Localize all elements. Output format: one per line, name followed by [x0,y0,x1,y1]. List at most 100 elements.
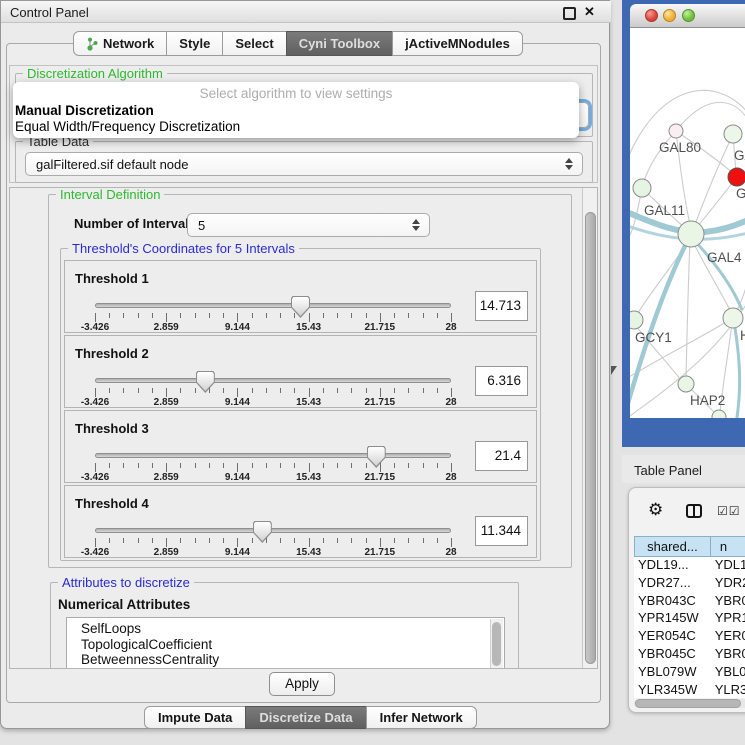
threshold-value-field[interactable]: 11.344 [475,516,528,546]
attribute-list-item[interactable]: SelfLoops [67,621,504,637]
threshold-row: Threshold 2 -3.4262.8599.14415.4321.7152… [64,335,537,408]
control-panel-titlebar[interactable]: Control Panel ✕ [1,1,611,23]
algorithm-option-manual[interactable]: Manual Discretization [15,103,154,118]
attribute-list-item[interactable]: TopologicalCoefficient [67,637,504,653]
table-row[interactable]: YER054CYER0 [634,628,745,646]
network-node-label: GA [734,148,745,163]
settings-scrollbar-thumb[interactable] [585,212,596,664]
network-node[interactable] [728,168,745,186]
mouse-cursor [611,366,617,375]
cell-shared-name: YDR27... [634,575,711,593]
apply-button[interactable]: Apply [269,672,335,696]
attribute-list-item[interactable]: BetweennessCentrality [67,652,504,668]
table-panel-title: Table Panel [634,463,702,478]
network-node[interactable] [633,179,651,197]
numerical-attributes-list[interactable]: SelfLoopsTopologicalCoefficientBetweenne… [66,617,505,669]
threshold-value-field[interactable]: 14.713 [475,291,528,321]
table-row[interactable]: YBL079WYBL0 [634,664,745,682]
tab-network[interactable]: Network [73,31,167,56]
table-rows: YDL19...YDL1YDR27...YDR2YBR043CYBR0YPR14… [634,557,745,698]
table-hscrollbar-thumb[interactable] [635,699,741,708]
thresholds-group-title: Threshold's Coordinates for 5 Intervals [68,241,299,256]
column-header-name[interactable]: n [710,536,745,557]
cell-shared-name: YPR145W [634,610,711,628]
algorithm-option-equal-width[interactable]: Equal Width/Frequency Discretization [15,119,240,134]
attributes-group-title: Attributes to discretize [58,575,194,590]
close-icon[interactable]: ✕ [584,4,595,20]
cell-name: YPR1 [711,610,745,628]
cell-name: YDR2 [711,575,745,593]
gear-icon[interactable]: ⚙ [648,501,663,518]
minimize-traffic-light[interactable] [663,9,676,22]
attributes-scrollbar[interactable] [490,619,503,669]
cell-name: YLR3 [711,682,745,698]
threshold-slider-track[interactable] [95,303,451,308]
number-of-intervals-label: Number of Intervals [74,216,196,231]
tab-jactivemnodules[interactable]: jActiveMNodules [392,31,523,56]
cell-shared-name: YBR043C [634,593,711,611]
threshold-value-field[interactable]: 6.316 [475,366,528,396]
window-title: Control Panel [10,5,89,20]
network-node[interactable] [630,311,643,329]
zoom-traffic-light[interactable] [682,9,695,22]
node-table: shared... n YDL19...YDL1YDR27...YDR2YBR0… [634,536,745,698]
table-row[interactable]: YDL19...YDL1 [634,557,745,575]
numerical-attributes-label: Numerical Attributes [58,597,190,612]
slider-axis-labels: -3.4262.8599.14415.4321.71528 [95,322,451,334]
network-node[interactable] [724,125,742,143]
table-row[interactable]: YBR043CYBR0 [634,593,745,611]
algorithm-placeholder-option[interactable]: Select algorithm to view settings [13,86,579,101]
network-view-titlebar[interactable] [630,4,745,28]
table-row[interactable]: YBR045CYBR0 [634,646,745,664]
threshold-label: Threshold 4 [75,496,149,511]
interval-definition-title: Interval Definition [56,187,164,202]
network-node[interactable] [669,124,683,138]
table-hscrollbar[interactable] [634,699,745,708]
threshold-row: Threshold 1 -3.4262.8599.14415.4321.7152… [64,260,537,333]
tab-impute-data[interactable]: Impute Data [144,706,246,729]
network-node-label: GAL4 [707,250,742,265]
slider-axis-labels: -3.4262.8599.14415.4321.71528 [95,547,451,559]
tab-discretize-data[interactable]: Discretize Data [245,706,366,729]
network-node-label: G [736,186,745,201]
network-node[interactable] [712,410,726,418]
network-node-label: HAP2 [690,393,725,408]
table-data-combobox[interactable]: galFiltered.sif default node [25,152,583,176]
threshold-row: Threshold 4 -3.4262.8599.14415.4321.7152… [64,485,537,558]
cell-shared-name: YBR045C [634,646,711,664]
threshold-slider-track[interactable] [95,528,451,533]
tab-select[interactable]: Select [222,31,286,56]
threshold-value-field[interactable]: 21.4 [475,441,528,471]
settings-scrollbar-track[interactable] [582,188,598,669]
threshold-slider-track[interactable] [95,378,451,383]
network-view-window: GAL80GAGGAL11GAL4GCY1HHAP2 [622,0,745,447]
network-node[interactable] [678,376,694,392]
network-node[interactable] [723,308,743,328]
tab-cyni-toolbox[interactable]: Cyni Toolbox [286,31,393,56]
network-node[interactable] [678,221,704,247]
network-node-label: GCY1 [635,330,672,345]
algorithm-dropdown-popup: Select algorithm to view settings Manual… [13,82,579,138]
cell-name: YBL0 [711,664,745,682]
combo-arrows-icon [412,218,421,232]
column-header-shared[interactable]: shared... [634,536,711,557]
checkbox-icons[interactable]: ☑☑ [717,504,741,518]
cell-shared-name: YBL079W [634,664,711,682]
cell-name: YBR0 [711,593,745,611]
table-row[interactable]: YDR27...YDR2 [634,575,745,593]
number-of-intervals-combobox[interactable]: 5 [187,213,430,237]
close-traffic-light[interactable] [645,9,658,22]
tab-infer-network[interactable]: Infer Network [366,706,477,729]
network-node-label: GAL11 [644,203,685,218]
float-icon[interactable] [563,7,576,20]
threshold-slider-track[interactable] [95,453,451,458]
table-row[interactable]: YLR345WYLR3 [634,682,745,698]
threshold-row: Threshold 3 -3.4262.8599.14415.4321.7152… [64,410,537,483]
network-canvas[interactable]: GAL80GAGGAL11GAL4GCY1HHAP2 [630,28,745,418]
table-row[interactable]: YPR145WYPR1 [634,610,745,628]
columns-icon[interactable] [686,504,702,518]
discretization-algorithm-group-title: Discretization Algorithm [23,66,167,81]
tab-style[interactable]: Style [166,31,223,56]
cell-shared-name: YER054C [634,628,711,646]
control-panel-window: Control Panel ✕ Network Style Select Cyn… [0,0,610,729]
